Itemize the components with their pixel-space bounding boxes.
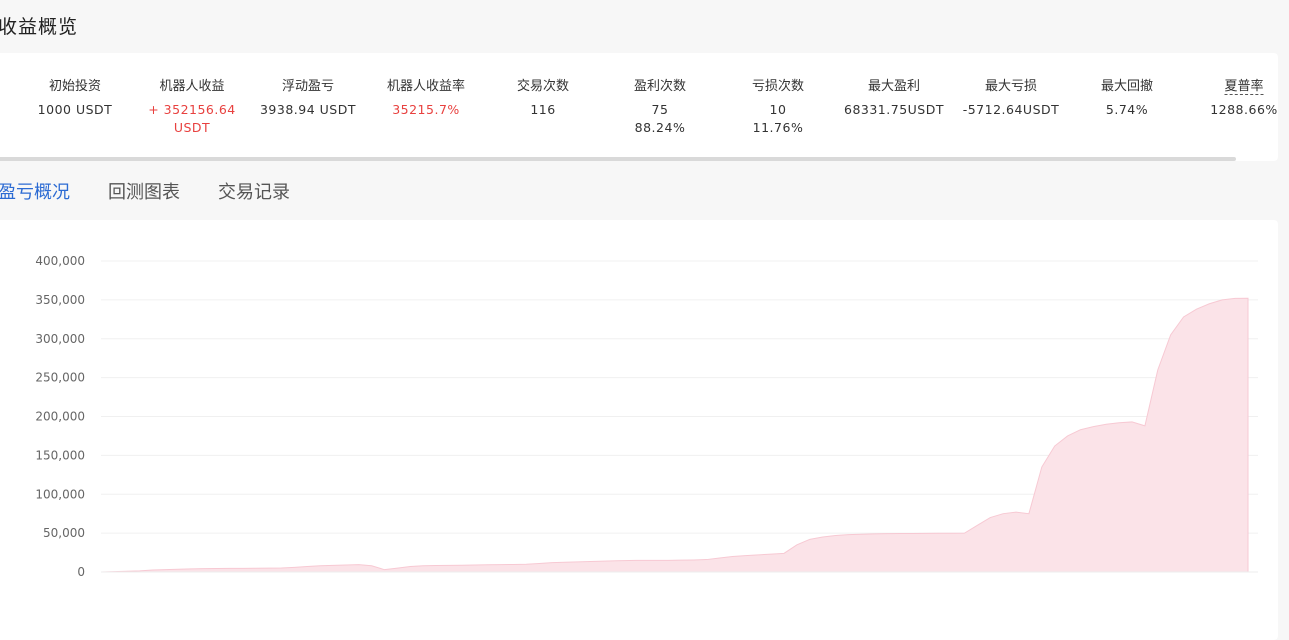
y-tick-label: 200,000: [35, 410, 85, 424]
stat-bot-profit: 机器人收益 + 352156.64USDT: [135, 53, 250, 153]
y-tick-label: 400,000: [35, 254, 85, 268]
series-area[interactable]: [101, 298, 1248, 572]
stat-value: 68331.75USDT: [837, 101, 952, 119]
stat-value-line: 35215.7%: [369, 101, 484, 119]
stat-label: 最大盈利: [837, 75, 952, 94]
stat-max-profit: 最大盈利 68331.75USDT: [837, 53, 952, 153]
stat-value-line: 1000 USDT: [18, 101, 133, 119]
stat-max-drawdown: 最大回撤 5.74%: [1070, 53, 1185, 153]
stat-label-text: 最大盈利: [868, 79, 920, 94]
tab-backtest-chart[interactable]: 回测图表: [108, 178, 180, 204]
y-tick-label: 300,000: [35, 332, 85, 346]
stat-label-text: 机器人收益率: [387, 79, 465, 94]
y-tick-label: 100,000: [35, 487, 85, 501]
stat-label-text: 机器人收益: [159, 79, 224, 94]
stat-label: 机器人收益: [135, 75, 250, 94]
stat-label: 交易次数: [486, 75, 601, 94]
area-chart: 0 50,000 100,000 150,000 200,000 250,000 300,0…: [0, 220, 1278, 631]
stat-value-line: 5.74%: [1070, 101, 1185, 119]
y-tick-label: 350,000: [35, 293, 85, 307]
stat-label: 亏损次数: [721, 75, 836, 94]
stat-label-text: 亏损次数: [752, 79, 804, 94]
stat-value: 35215.7%: [369, 101, 484, 119]
stat-value-line: -5712.64USDT: [954, 101, 1069, 119]
stat-label-text: 浮动盈亏: [282, 79, 334, 94]
y-tick-label: 250,000: [35, 371, 85, 385]
y-tick-label: 150,000: [35, 448, 85, 462]
stat-value: 116: [486, 101, 601, 119]
stat-label-text: 盈利次数: [634, 79, 686, 94]
stat-value-line: 68331.75USDT: [837, 101, 952, 119]
stat-value-line: USDT: [135, 119, 250, 137]
stat-label-text: 最大回撤: [1101, 79, 1153, 94]
stat-trade-count: 交易次数 116: [486, 53, 601, 153]
y-tick-label: 0: [77, 565, 85, 579]
stat-label: 浮动盈亏: [251, 75, 366, 94]
stat-value-line: 11.76%: [721, 119, 836, 137]
stat-max-loss: 最大亏损 -5712.64USDT: [954, 53, 1069, 153]
stat-label-text: 交易次数: [517, 79, 569, 94]
stat-value-line: + 352156.64: [135, 101, 250, 119]
stat-value-line: 116: [486, 101, 601, 119]
stat-value-line: 1288.66%: [1187, 101, 1289, 119]
stat-value: 5.74%: [1070, 101, 1185, 119]
stat-value: + 352156.64USDT: [135, 101, 250, 137]
stat-sharpe-ratio: 夏普率 1288.66%: [1187, 53, 1289, 153]
stat-label: 盈利次数: [603, 75, 718, 94]
stat-label: 初始投资: [18, 75, 133, 94]
stat-label: 机器人收益率: [369, 75, 484, 94]
stat-value: 7588.24%: [603, 101, 718, 137]
page-title: 收益概览: [0, 12, 78, 39]
stats-row: 初始投资 1000 USDT 机器人收益 + 352156.64USDT 浮动盈亏 393…: [0, 53, 1278, 161]
stat-value: 1011.76%: [721, 101, 836, 137]
stat-label: 最大回撤: [1070, 75, 1185, 94]
stat-value-line: 10: [721, 101, 836, 119]
stat-label-text: 最大亏损: [985, 79, 1037, 94]
horizontal-scrollbar[interactable]: [0, 157, 1236, 161]
stat-label: 最大亏损: [954, 75, 1069, 94]
stat-value: 1000 USDT: [18, 101, 133, 119]
tab-pnl-overview[interactable]: 盈亏概况: [0, 178, 70, 204]
stat-win-count: 盈利次数 7588.24%: [603, 53, 718, 153]
stat-bot-return-rate: 机器人收益率 35215.7%: [369, 53, 484, 153]
stat-value-line: 88.24%: [603, 119, 718, 137]
stat-value: 3938.94 USDT: [251, 101, 366, 119]
stat-label[interactable]: 夏普率: [1187, 75, 1289, 94]
tab-trade-records[interactable]: 交易记录: [218, 178, 290, 204]
stat-floating-pnl: 浮动盈亏 3938.94 USDT: [251, 53, 366, 153]
stat-initial-investment: 初始投资 1000 USDT: [18, 53, 133, 153]
stat-value-line: 75: [603, 101, 718, 119]
stat-label-text[interactable]: 夏普率: [1224, 79, 1263, 95]
stat-value: -5712.64USDT: [954, 101, 1069, 119]
chart-card: 0 50,000 100,000 150,000 200,000 250,000 300,0…: [0, 220, 1278, 640]
stat-value-line: 3938.94 USDT: [251, 101, 366, 119]
stats-card: 初始投资 1000 USDT 机器人收益 + 352156.64USDT 浮动盈亏 393…: [0, 53, 1278, 161]
stat-value: 1288.66%: [1187, 101, 1289, 119]
stat-label-text: 初始投资: [49, 79, 101, 94]
y-tick-label: 50,000: [43, 526, 85, 540]
stat-loss-count: 亏损次数 1011.76%: [721, 53, 836, 153]
